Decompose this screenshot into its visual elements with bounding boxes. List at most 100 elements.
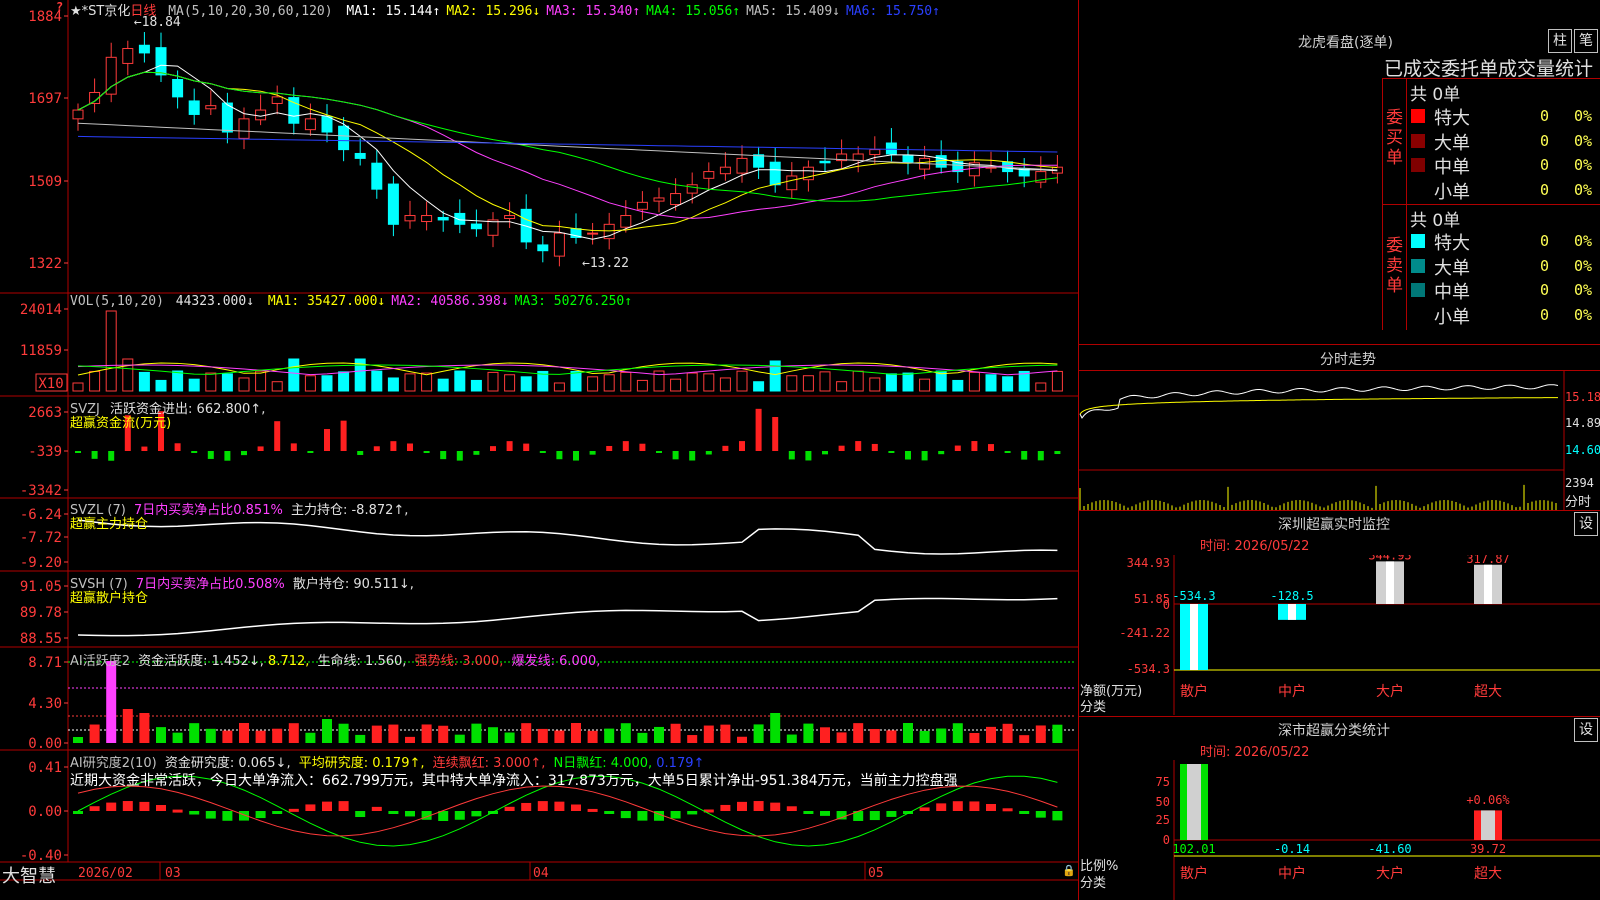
intraday-chart[interactable] — [1078, 370, 1600, 510]
sell-color-swatch — [1411, 283, 1425, 297]
monitor-y-tick: -241.22 — [1119, 626, 1170, 640]
volume-bar — [454, 370, 466, 392]
ai2-bar — [355, 811, 366, 818]
ai1-bar — [1019, 735, 1030, 743]
monitor-cat-label: 分类 — [1080, 700, 1107, 715]
sell-row-pct: 0% — [1574, 232, 1593, 250]
y-tick-label: -9.20 — [20, 555, 62, 571]
volume-bars — [72, 310, 1063, 392]
volume-bar — [620, 371, 632, 392]
svzj-bar — [390, 441, 397, 451]
y-tick-label: 1697 — [28, 91, 62, 107]
classify-cat-label: 分类 — [1080, 876, 1107, 891]
ai1-bar — [421, 724, 432, 743]
ai2-bar — [770, 802, 781, 811]
ai2-nday: N日飘红: 4.000, — [553, 756, 653, 771]
candle-body — [504, 215, 516, 220]
ai1-bar — [753, 724, 764, 743]
volume-bar — [802, 375, 814, 392]
ai1-bar — [504, 732, 515, 743]
buy-row-pct: 0% — [1574, 107, 1593, 125]
ai1-v2: 8.712, — [268, 654, 310, 669]
y-tick-label: 91.05 — [20, 579, 62, 595]
ai2-bar — [322, 801, 332, 811]
ai1-bar — [604, 728, 615, 743]
svzj-bar — [340, 420, 347, 451]
svzj-bar — [490, 446, 496, 451]
period-label: 日线 — [130, 4, 157, 19]
question-icon[interactable]: ? — [56, 0, 63, 14]
svzj-bar — [1021, 451, 1028, 460]
volume-bar — [138, 371, 150, 392]
monitor-settings-button[interactable]: 设 — [1574, 512, 1598, 536]
svzl-sub: 超赢主力持仓 — [70, 517, 149, 532]
volume-bar — [221, 373, 233, 392]
volume-bar — [437, 378, 449, 392]
volume-bar — [105, 310, 117, 392]
kline-header: ★*ST京化日线 MA(5,10,20,30,60,120) MA1: 15.1… — [70, 0, 940, 19]
ai1-strong: 强势线: 3.000, — [414, 654, 504, 669]
volume-bar — [304, 375, 316, 392]
monitor-cat-label: 大户 — [1376, 683, 1404, 700]
lock-icon[interactable]: 🔒 — [1062, 864, 1076, 877]
svzj-bar — [888, 451, 895, 453]
classify-top-label: +0.06% — [1466, 793, 1510, 807]
volume-bar — [504, 374, 516, 392]
svzj-bar — [722, 445, 729, 451]
ma-line-6 — [77, 135, 1058, 153]
classify-cat-label: 中户 — [1278, 865, 1306, 882]
classify-settings-button[interactable]: 设 — [1574, 718, 1598, 742]
ai1-bar — [637, 732, 648, 743]
candle-body — [703, 171, 715, 179]
candle-body — [72, 109, 84, 120]
volume-bar — [520, 376, 532, 392]
svzj-bar — [838, 445, 845, 451]
monitor-y-tick: 344.93 — [1127, 556, 1170, 570]
volume-bar — [1035, 382, 1047, 392]
ai1-bar — [654, 726, 664, 743]
volume-bar — [719, 377, 731, 392]
y-tick-label: 8.71 — [28, 655, 62, 671]
ai2-bar — [454, 811, 465, 820]
ai1-bar — [239, 723, 249, 743]
buy-color-swatch — [1411, 109, 1425, 123]
volume-bar — [753, 381, 765, 392]
ai1-bar — [986, 726, 996, 743]
svzj-bar — [573, 451, 579, 461]
ma-line-4 — [77, 71, 1058, 202]
tick-mode-button[interactable]: 笔 — [1574, 29, 1598, 53]
vol-label: VOL(5,10,20) — [70, 294, 164, 309]
svzj-bar — [622, 441, 629, 451]
ai1-bar — [869, 729, 880, 743]
volume-bar — [89, 370, 101, 392]
ai2-bar — [571, 804, 581, 811]
ai2-bar — [936, 803, 947, 811]
vol-ma-value-2: MA2: 40586.398↓ — [391, 294, 509, 309]
sell-row-label: 特大 — [1434, 233, 1470, 254]
buy-row-label: 中单 — [1434, 157, 1470, 178]
candle-body — [686, 184, 698, 194]
bar-mode-button[interactable]: 柱 — [1548, 29, 1572, 53]
ai2-bar — [255, 811, 266, 819]
ai2-bar — [405, 811, 415, 817]
xaxis-label-apr: 04 — [533, 866, 549, 881]
candle-body — [421, 215, 433, 223]
ai2-bar — [438, 811, 449, 821]
sell-row-pct: 0% — [1574, 256, 1593, 275]
ai2-bar — [106, 802, 117, 811]
low-marker: ←13.22 — [582, 256, 629, 271]
svzl-ratio: 7日内买卖净占比0.851% — [133, 503, 283, 518]
ai2-bar — [222, 811, 233, 821]
svzj-bar — [357, 451, 364, 455]
svzj-bar — [506, 441, 513, 451]
candle-body — [205, 105, 217, 110]
volume-bar — [371, 370, 383, 392]
ai1-bar — [1052, 724, 1063, 743]
monitor-bar-label: 344.93 — [1368, 555, 1411, 562]
ma-value-4: MA4: 15.056↑ — [646, 4, 741, 19]
svzj-bar — [755, 408, 762, 451]
ma-params: MA(5,10,20,30,60,120) — [168, 4, 333, 19]
volume-bar — [288, 358, 300, 392]
sell-row-count: 0 — [1540, 305, 1550, 324]
volume-bar — [703, 373, 715, 392]
